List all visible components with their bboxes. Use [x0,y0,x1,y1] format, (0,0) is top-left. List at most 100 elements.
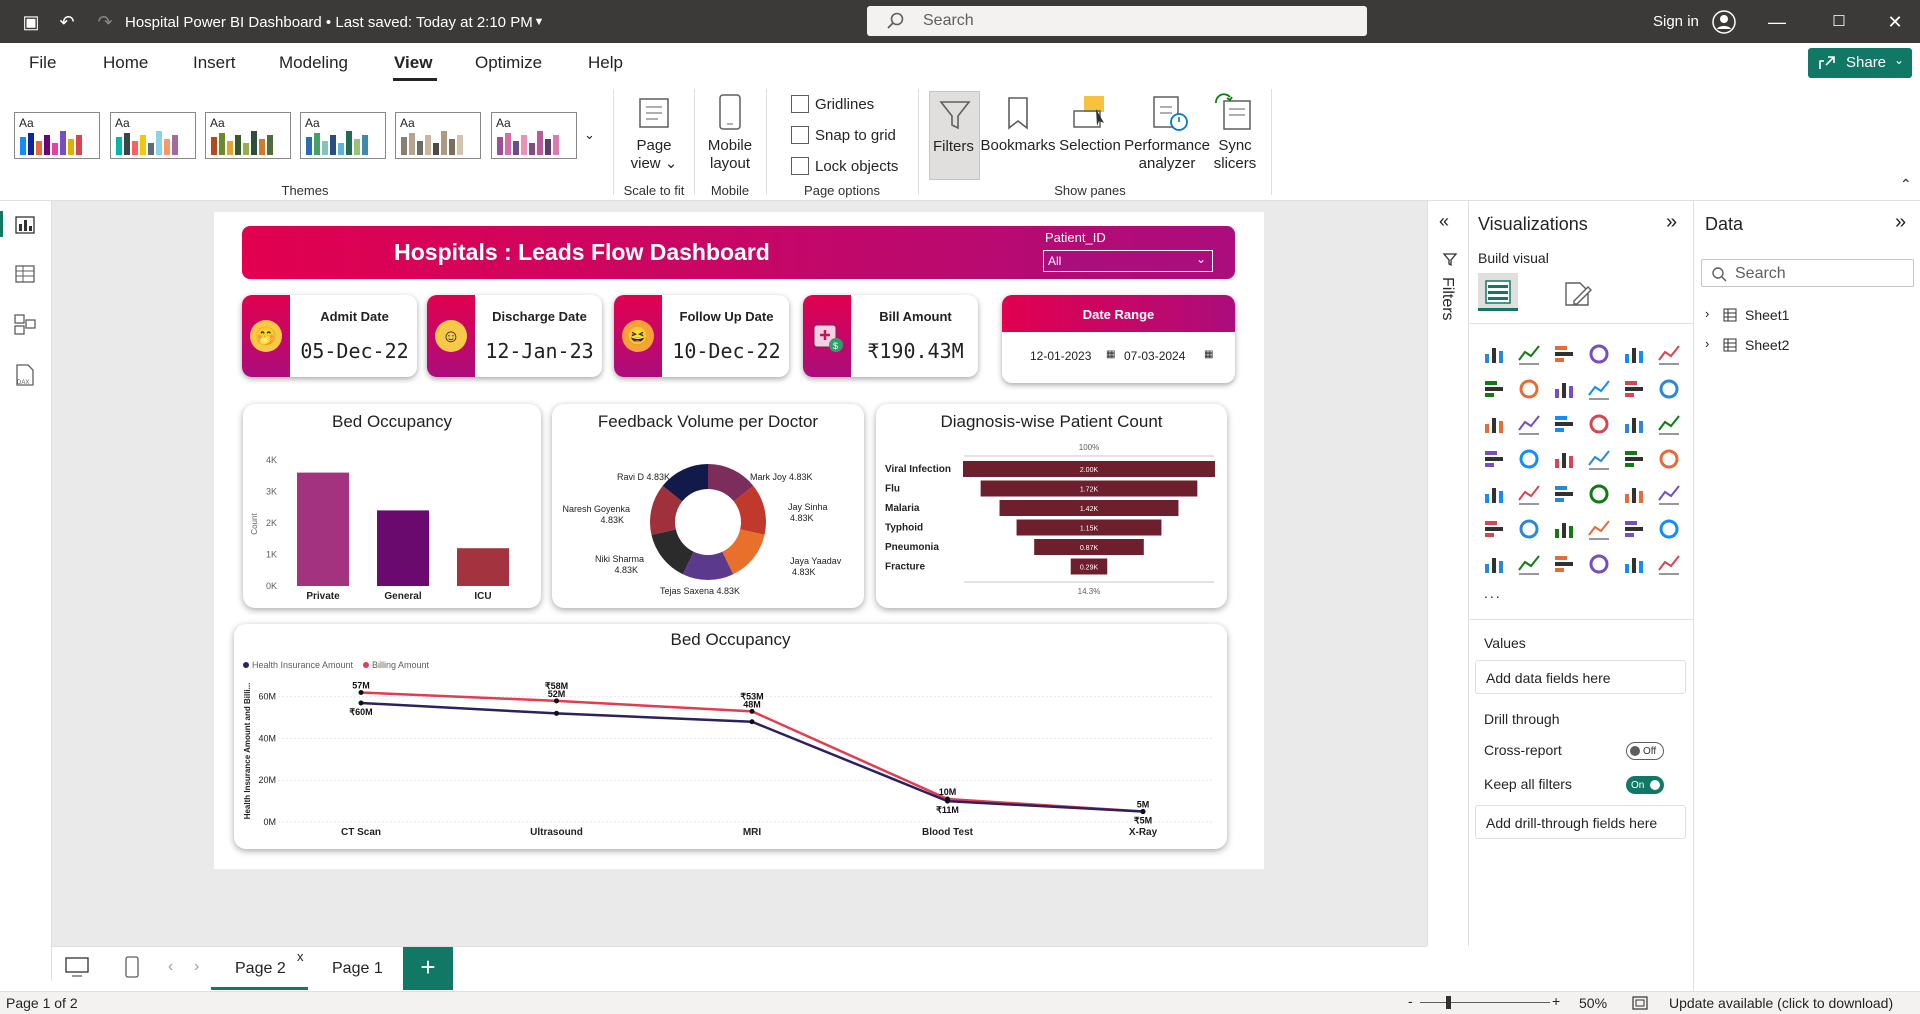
kpi-card-discharge-date[interactable]: ☺ Discharge Date 12-Jan-23 [427,295,602,377]
redo-icon[interactable]: ↷ [94,11,116,33]
theme-swatch[interactable]: Aa [14,112,100,159]
bed-occupancy-line-card[interactable]: Bed Occupancy Health Insurance Amount Bil… [234,624,1227,849]
visual-type-icon[interactable] [1657,342,1681,366]
desktop-layout-icon[interactable] [64,956,90,978]
visual-type-icon[interactable] [1657,377,1681,401]
visual-type-icon[interactable] [1552,377,1576,401]
page-tab-page-2[interactable]: Page 2 x [211,947,308,990]
gridlines-checkbox[interactable] [791,95,809,113]
visual-type-icon[interactable] [1482,517,1506,541]
scroll-right-icon[interactable]: › [194,958,199,976]
visual-type-icon[interactable] [1482,482,1506,506]
menu-optimize[interactable]: Optimize [475,53,542,73]
visual-type-icon[interactable] [1622,377,1646,401]
add-page-button[interactable]: + [403,947,453,990]
menu-help[interactable]: Help [588,53,623,73]
close-icon[interactable]: ✕ [1884,11,1906,33]
start-date-input[interactable]: 12-01-2023 ▦ [1030,349,1116,371]
model-view-icon[interactable] [14,313,36,335]
bed-occupancy-bar-card[interactable]: Bed Occupancy 4K 3K 2K 1K 0K Count Private Gene… [243,404,541,608]
expand-filters-icon[interactable]: « [1439,211,1449,232]
visual-type-icon[interactable] [1622,412,1646,436]
visual-type-icon[interactable] [1552,552,1576,576]
visual-type-icon[interactable] [1622,517,1646,541]
visual-type-icon[interactable] [1552,482,1576,506]
visual-type-icon[interactable] [1587,447,1611,471]
end-date-input[interactable]: 07-03-2024 ▦ [1124,349,1214,371]
mobile-layout-button[interactable]: Mobile layout [700,137,760,173]
fit-to-page-icon[interactable] [1631,995,1649,1011]
visual-type-icon[interactable] [1587,342,1611,366]
feedback-volume-card[interactable]: Feedback Volume per Doctor Mark Joy 4.83… [552,404,864,608]
visual-type-icon[interactable] [1482,552,1506,576]
report-view-icon[interactable] [14,215,36,235]
sign-in-link[interactable]: Sign in [1653,13,1699,30]
more-visuals-icon[interactable]: ... [1484,585,1502,601]
update-available-link[interactable]: Update available (click to download) [1669,995,1893,1011]
close-tab-icon[interactable]: x [297,949,304,964]
visual-type-icon[interactable] [1517,482,1541,506]
menu-view[interactable]: View [394,53,432,73]
visual-type-icon[interactable] [1552,517,1576,541]
page-view-button[interactable]: Page view ⌄ [620,137,688,173]
table-tree-item-sheet1[interactable]: › Sheet1 [1705,306,1905,328]
visual-type-icon[interactable] [1517,552,1541,576]
filters-pane-button[interactable]: Filters [929,91,980,180]
chevron-right-icon[interactable]: › [1705,336,1709,351]
visual-type-icon[interactable] [1657,447,1681,471]
visual-type-icon[interactable] [1622,552,1646,576]
zoom-slider-thumb[interactable] [1446,996,1451,1009]
data-search-input[interactable]: Search [1701,259,1914,287]
bookmarks-button[interactable]: Bookmarks [979,137,1057,155]
visual-type-icon[interactable] [1517,517,1541,541]
zoom-out-button[interactable]: - [1408,993,1413,1009]
patient-id-slicer[interactable]: All ⌄ [1043,250,1213,272]
document-title[interactable]: Hospital Power BI Dashboard • Last saved… [125,14,533,31]
visual-type-icon[interactable] [1587,552,1611,576]
theme-swatch[interactable]: Aa [395,112,481,159]
themes-expand-icon[interactable]: ⌄ [584,127,595,143]
visual-type-icon[interactable] [1517,412,1541,436]
save-icon[interactable]: ▣ [20,11,42,33]
table-tree-item-sheet2[interactable]: › Sheet2 [1705,336,1905,358]
visual-type-icon[interactable] [1552,447,1576,471]
visual-type-icon[interactable] [1517,377,1541,401]
visual-type-icon[interactable] [1482,377,1506,401]
values-drop-well[interactable]: Add data fields here [1475,660,1686,694]
visual-type-icon[interactable] [1552,342,1576,366]
page-tab-page-1[interactable]: Page 1 [314,947,404,990]
kpi-card-bill-amount[interactable]: $ Bill Amount ₹190.43M [803,295,978,377]
collapse-pane-icon[interactable]: » [1895,211,1906,234]
sync-slicers-button[interactable]: Sync slicers [1206,137,1264,173]
scroll-left-icon[interactable]: ‹ [168,958,173,976]
visual-type-icon[interactable] [1657,482,1681,506]
user-avatar-icon[interactable] [1712,10,1736,34]
keep-all-filters-toggle[interactable]: On [1626,776,1664,794]
visual-type-icon[interactable] [1482,342,1506,366]
collapse-pane-icon[interactable]: » [1666,211,1677,234]
menu-insert[interactable]: Insert [193,53,236,73]
visual-type-icon[interactable] [1482,412,1506,436]
kpi-card-admit-date[interactable]: 🤭 Admit Date 05-Dec-22 [242,295,417,377]
selection-button[interactable]: Selection [1054,137,1126,155]
mobile-layout-icon[interactable] [124,955,140,979]
visual-type-icon[interactable] [1657,517,1681,541]
lock-objects-checkbox[interactable] [791,157,809,175]
calendar-icon[interactable]: ▦ [1106,349,1115,360]
chevron-down-icon[interactable]: ▼ [528,11,550,33]
theme-swatch[interactable]: Aa [491,112,577,159]
maximize-icon[interactable]: ☐ [1828,11,1850,33]
collapse-ribbon-icon[interactable]: ⌃ [1900,176,1912,193]
visual-type-icon[interactable] [1482,447,1506,471]
visual-type-icon[interactable] [1517,342,1541,366]
chevron-right-icon[interactable]: › [1705,306,1709,321]
visual-type-icon[interactable] [1657,412,1681,436]
visual-type-icon[interactable] [1587,412,1611,436]
menu-modeling[interactable]: Modeling [279,53,348,73]
menu-file[interactable]: File [29,53,56,73]
drill-through-drop-well[interactable]: Add drill-through fields here [1475,805,1686,839]
theme-swatch[interactable]: Aa [205,112,291,159]
snap-to-grid-checkbox[interactable] [791,126,809,144]
zoom-in-button[interactable]: + [1552,993,1560,1009]
diagnosis-funnel-card[interactable]: Diagnosis-wise Patient Count 100% 2.00K Vi… [876,404,1227,608]
